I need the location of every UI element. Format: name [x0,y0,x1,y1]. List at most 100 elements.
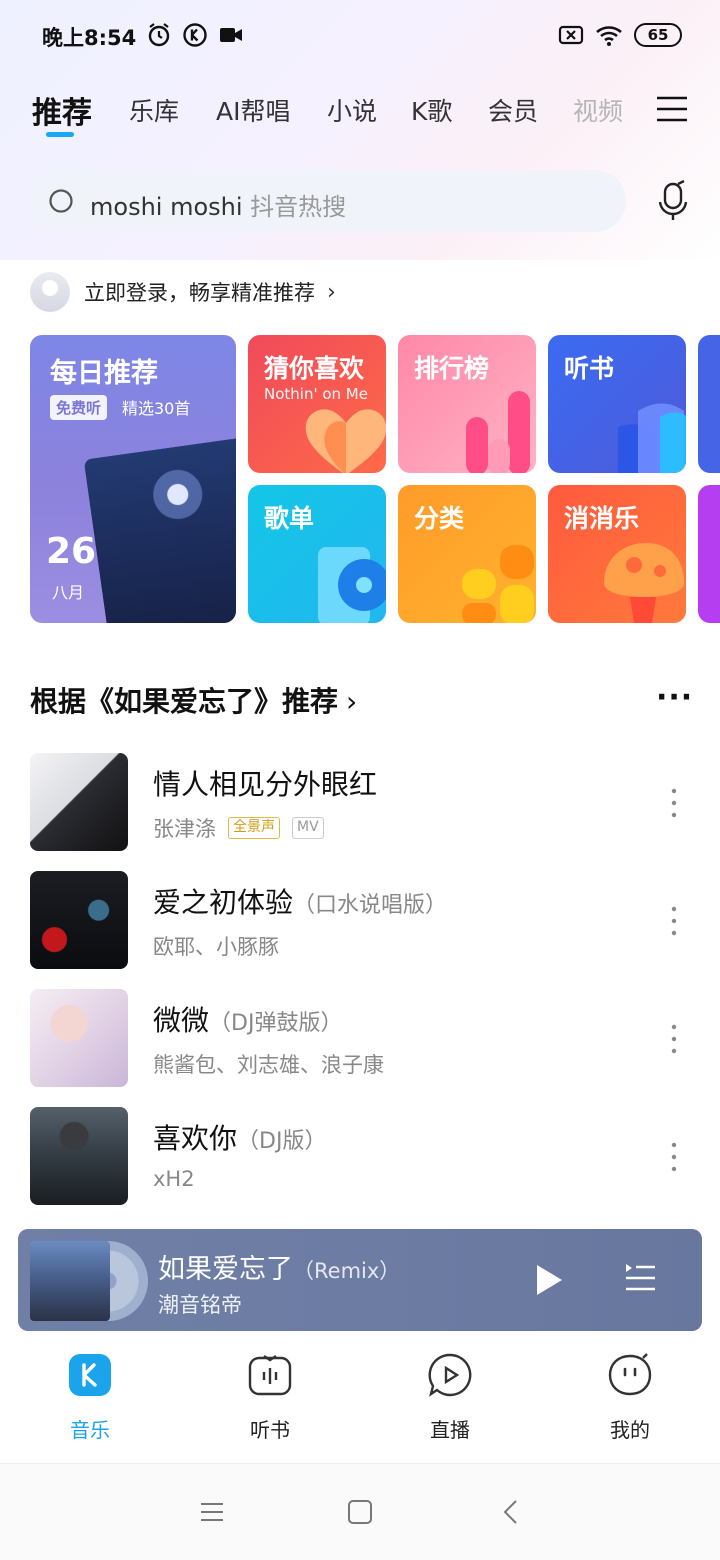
free-badge: 免费听 [50,395,108,420]
heart-icon [305,409,386,473]
login-prompt[interactable]: 立即登录，畅享精准推荐 › [30,270,336,314]
daily-cover-image [83,436,236,623]
tile-edge-partial[interactable] [698,335,720,473]
song-artist-row: 欧耶、小豚豚 [153,931,279,961]
avatar [30,272,70,312]
section-title[interactable]: 根据《如果爱忘了》推荐 › [30,680,357,720]
tab-ai-sing[interactable]: AI帮唱 [216,92,290,128]
mini-player[interactable]: 如果爱忘了（Remix） 潮音铭帝 [18,1229,702,1331]
search-bar[interactable]: moshi moshi 抖音热搜 [30,170,626,232]
song-row[interactable]: 喜欢你（DJ版） xH2 [30,1107,690,1207]
tab-recommend[interactable]: 推荐 [32,88,92,132]
tile-guess-subtitle: Nothin' on Me [264,385,368,403]
player-title: 如果爱忘了（Remix） [158,1254,401,1285]
top-tabs: 推荐 乐库 AI帮唱 小说 K歌 会员 视频 [0,80,720,140]
tab-novel[interactable]: 小说 [327,92,377,128]
song-artist-row: xH2 [153,1167,195,1191]
daily-month: 八月 [52,583,85,602]
song-artist: 张津涤 [153,817,216,841]
tab-karaoke[interactable]: K歌 [411,92,452,128]
login-text: 立即登录，畅享精准推荐 [84,281,315,305]
playlist-queue-icon[interactable] [624,1263,656,1293]
home-icon[interactable] [346,1498,374,1526]
tab-video[interactable]: 视频 [573,92,623,128]
nav-music[interactable]: 音乐 [30,1352,150,1443]
tile-guess-you-like[interactable]: 猜你喜欢 Nothin' on Me [248,335,386,473]
song-title: 爱之初体验（口水说唱版） [153,886,448,919]
more-vertical-icon[interactable] [670,1141,678,1173]
song-title: 情人相见分外眼红 [153,768,378,801]
nav-profile-label: 我的 [610,1418,650,1442]
chevron-right-icon: › [327,279,336,305]
tab-vip[interactable]: 会员 [488,92,538,128]
battery-indicator: 65 [634,23,682,47]
mushroom-icon [604,543,684,623]
song-row[interactable]: 情人相见分外眼红 张津涤 全景声 MV [30,753,690,853]
tile-category[interactable]: 分类 [398,485,536,623]
system-nav-bar [0,1464,720,1560]
tile-match-game[interactable]: 消消乐 [548,485,686,623]
player-cover [30,1241,110,1321]
video-record-icon [220,28,242,42]
song-cover [30,1107,128,1205]
player-artwork[interactable] [30,1241,148,1321]
nav-live[interactable]: 直播 [390,1352,510,1443]
tile-ranking[interactable]: 排行榜 [398,335,536,473]
recent-apps-icon[interactable] [198,1498,226,1526]
audiobook-icon [248,1355,292,1396]
search-query: moshi moshi [90,193,243,221]
chevron-right-icon: › [346,685,358,718]
tile-game-title: 消消乐 [564,504,640,533]
tile-daily-recommend[interactable]: 每日推荐 免费听 精选30首 26 八月 [30,335,236,623]
song-artist: 熊酱包、刘志雄、浪子康 [153,1053,384,1077]
song-artist-row: 熊酱包、刘志雄、浪子康 [153,1049,384,1079]
tile-edge-partial-2[interactable] [698,485,720,623]
search-input[interactable]: moshi moshi 抖音热搜 [90,187,346,222]
song-title: 喜欢你（DJ版） [153,1122,327,1155]
song-cover [30,871,128,969]
play-icon[interactable] [534,1263,564,1297]
mv-badge[interactable]: MV [292,817,324,839]
song-artist: xH2 [153,1167,195,1191]
music-k-icon [69,1354,111,1396]
song-artist: 欧耶、小豚豚 [153,935,279,959]
bottom-nav: 音乐 听书 直播 我的 [0,1340,720,1460]
voice-search-icon[interactable] [652,180,694,222]
song-row[interactable]: 爱之初体验（口水说唱版） 欧耶、小豚豚 [30,871,690,971]
status-bar: 晚上8:54 65 [0,0,720,72]
song-row[interactable]: 微微（DJ弹鼓版） 熊酱包、刘志雄、浪子康 [30,989,690,1089]
tile-rank-title: 排行榜 [414,354,490,383]
book-icon [618,403,686,473]
wifi-icon [596,26,622,46]
section-more-button[interactable]: ··· [656,680,693,715]
live-icon [428,1353,472,1397]
player-artist: 潮音铭帝 [158,1293,242,1317]
tile-daily-title: 每日推荐 [50,358,158,389]
nav-profile[interactable]: 我的 [570,1352,690,1443]
menu-icon[interactable] [656,96,688,122]
playlist-disc-icon [318,547,386,623]
song-cover [30,753,128,851]
status-time: 晚上8:54 [42,26,137,50]
song-cover [30,989,128,1087]
song-artist-row: 张津涤 全景声 MV [153,813,324,843]
tile-cat-title: 分类 [414,504,465,533]
nav-audiobook-label: 听书 [250,1418,290,1442]
nav-audiobook[interactable]: 听书 [210,1352,330,1443]
more-vertical-icon[interactable] [670,905,678,937]
tile-guess-title: 猜你喜欢 [264,354,365,383]
alarm-icon [148,23,170,47]
tile-audiobook[interactable]: 听书 [548,335,686,473]
tile-playlist[interactable]: 歌单 [248,485,386,623]
tab-library[interactable]: 乐库 [129,92,179,128]
daily-count: 精选30首 [122,399,191,418]
nav-live-label: 直播 [430,1418,470,1442]
back-icon[interactable] [498,1498,526,1526]
nav-music-label: 音乐 [70,1418,110,1442]
song-title: 微微（DJ弹鼓版） [153,1004,343,1037]
more-vertical-icon[interactable] [670,787,678,819]
more-vertical-icon[interactable] [670,1023,678,1055]
profile-icon [608,1353,652,1396]
sim-off-icon [558,25,584,45]
search-hot-hint: 抖音热搜 [250,193,347,221]
